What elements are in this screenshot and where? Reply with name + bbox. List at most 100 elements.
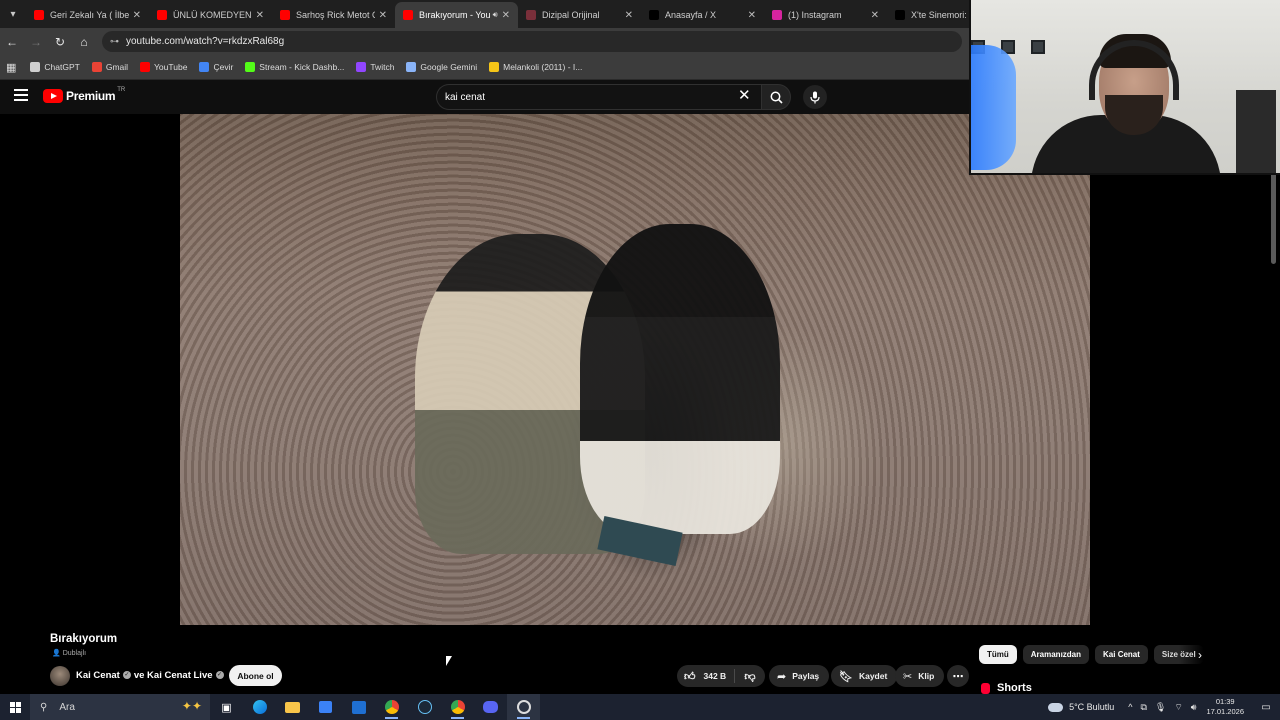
youtube-icon (140, 62, 151, 72)
discord-icon[interactable] (474, 694, 507, 720)
save-button[interactable]: 🔖︎ Kaydet (831, 665, 898, 687)
tab-title: Anasayfa / X (665, 10, 717, 20)
weather-widget[interactable]: 5°C Bulutlu (1048, 702, 1114, 712)
close-tab-icon[interactable]: ✕ (871, 10, 879, 21)
site-info-icon[interactable]: ⊶ (110, 36, 119, 47)
subscribe-button[interactable]: Abone ol (229, 665, 282, 686)
chevron-up-icon[interactable]: ^ (1128, 702, 1132, 712)
bookmark-item[interactable]: Melankoli (2011) - I... (489, 62, 582, 72)
dubbed-badge: 👤 Dublajlı (52, 649, 86, 658)
gemini-icon (406, 62, 417, 72)
close-tab-icon[interactable]: ✕ (256, 10, 264, 21)
chevron-right-icon[interactable]: › (1198, 648, 1202, 662)
bookmark-item[interactable]: YouTube (140, 62, 187, 72)
task-view-icon[interactable]: ▣ (210, 694, 243, 720)
bookmark-item[interactable]: Google Gemini (406, 62, 477, 72)
home-icon[interactable]: ⌂ (72, 30, 96, 54)
browser-tab[interactable]: Anasayfa / X ✕ (641, 2, 764, 28)
clip-label: Klip (918, 671, 935, 681)
system-tray: 5°C Bulutlu ^ ⧉ 🎙︎ ⌔ 🔊︎ 01:39 17.01.2026… (1048, 694, 1280, 720)
twitch-icon (356, 62, 367, 72)
browser-tab[interactable]: ÜNLÜ KOMEDYENLERİ ✕ (149, 2, 272, 28)
bookmark-label: Gmail (105, 62, 129, 72)
windows-logo-icon (9, 701, 21, 713)
search-button[interactable] (761, 84, 791, 110)
video-title: Bırakıyorum (50, 633, 118, 645)
clip-button[interactable]: ✂ Klip (895, 665, 945, 687)
menu-icon[interactable] (14, 89, 28, 103)
forward-arrow-icon[interactable]: → (24, 30, 48, 54)
tab-audio-icon[interactable]: 🔊︎ (493, 10, 498, 20)
browser-tab[interactable]: Dizipal Orijinal ✕ (518, 2, 641, 28)
channel-name-secondary[interactable]: Kai Cenat Live (147, 670, 212, 681)
filter-chip[interactable]: Kai Cenat (1095, 645, 1148, 664)
browser-tab[interactable]: Sarhoş Rick Metot Oyunculuk ✕ (272, 2, 395, 28)
file-explorer-icon[interactable] (276, 694, 309, 720)
edge-icon[interactable] (243, 694, 276, 720)
chatgpt-icon (30, 62, 41, 72)
wifi-icon[interactable]: ⌔ (1174, 702, 1182, 713)
bookmark-item[interactable]: ChatGPT (30, 62, 80, 72)
dislike-button[interactable]: 👎︎ (735, 670, 765, 683)
taskbar-search[interactable]: ⚲ Ara ✦✦ (30, 694, 210, 720)
microphone-icon[interactable]: 🎙︎ (1155, 702, 1166, 713)
search-icon: ⚲ (40, 701, 48, 713)
obs-icon[interactable] (507, 694, 540, 720)
youtube-premium-logo[interactable]: Premium TR (43, 87, 125, 103)
filter-chip[interactable]: Aramanızdan (1022, 645, 1090, 664)
tab-title: (1) Instagram (788, 10, 842, 20)
start-button[interactable] (0, 694, 30, 720)
volume-icon[interactable]: 🔊︎ (1191, 702, 1197, 713)
more-actions-icon[interactable]: ⋯ (947, 665, 969, 687)
shorts-section-header: Shorts (981, 682, 1032, 694)
channel-name-primary[interactable]: Kai Cenat (76, 670, 120, 681)
bookmark-item[interactable]: Stream - Kick Dashb... (245, 62, 344, 72)
reload-icon[interactable]: ↻ (48, 30, 72, 54)
bookmark-item[interactable]: Twitch (356, 62, 394, 72)
filter-chip[interactable]: Tümü (979, 645, 1017, 664)
clock-date: 17.01.2026 (1206, 707, 1244, 716)
tab-title: Sarhoş Rick Metot Oyunculuk (296, 10, 375, 20)
youtube-icon (34, 10, 44, 20)
filter-chip[interactable]: Size özel (1153, 645, 1204, 664)
bookmark-item[interactable]: Gmail (91, 62, 129, 72)
weather-text: 5°C Bulutlu (1069, 702, 1115, 712)
youtube-icon (403, 10, 413, 20)
chrome-icon[interactable] (375, 694, 408, 720)
steam-icon[interactable] (408, 694, 441, 720)
network-device-icon[interactable]: ⧉ (1140, 702, 1146, 713)
browser-tab[interactable]: Geri Zekalı Ya ( İlber Ortaylı ✕ (26, 2, 149, 28)
url-text: youtube.com/watch?v=rkdzxRal68g (126, 36, 285, 47)
browser-tab[interactable]: (1) Instagram ✕ (764, 2, 887, 28)
chrome-profile-icon[interactable] (441, 694, 474, 720)
outlook-icon[interactable] (342, 694, 375, 720)
clear-search-icon[interactable]: ✕ (738, 88, 751, 103)
store-icon[interactable] (309, 694, 342, 720)
video-player[interactable] (180, 114, 1090, 625)
close-tab-icon[interactable]: ✕ (502, 10, 510, 21)
close-tab-icon[interactable]: ✕ (748, 10, 756, 21)
browser-tab[interactable]: Bırakıyorum - YouTube🔊︎ ✕ (395, 2, 518, 28)
voice-search-button[interactable] (803, 85, 827, 109)
logo-text: Premium (66, 89, 116, 103)
share-button[interactable]: ➦ Paylaş (769, 665, 830, 687)
notification-icon[interactable]: ▭ (1256, 702, 1276, 713)
channel-avatar[interactable] (50, 666, 70, 686)
microphone-icon (810, 91, 820, 103)
close-tab-icon[interactable]: ✕ (625, 10, 633, 21)
shorts-label: Shorts (997, 682, 1032, 694)
channel-name[interactable]: Kai Cenat ✓ ve Kai Cenat Live ✓ (76, 670, 227, 681)
tab-title: Dizipal Orijinal (542, 10, 600, 20)
bookmark-label: YouTube (154, 62, 188, 72)
close-tab-icon[interactable]: ✕ (379, 10, 387, 21)
like-button[interactable]: 👍︎ 342 B (677, 669, 735, 683)
back-arrow-icon[interactable]: ← (0, 30, 24, 54)
address-bar[interactable]: ⊶ youtube.com/watch?v=rkdzxRal68g (102, 31, 962, 52)
close-tab-icon[interactable]: ✕ (133, 10, 141, 21)
dubbed-person-icon: 👤 (52, 650, 61, 657)
clock[interactable]: 01:39 17.01.2026 (1206, 697, 1244, 717)
search-input[interactable]: kai cenat (436, 84, 762, 110)
tab-search-icon[interactable]: ▾ (0, 0, 26, 28)
bookmark-item[interactable]: Çevir (199, 62, 233, 72)
apps-grid-icon[interactable]: ▦ (6, 61, 16, 74)
